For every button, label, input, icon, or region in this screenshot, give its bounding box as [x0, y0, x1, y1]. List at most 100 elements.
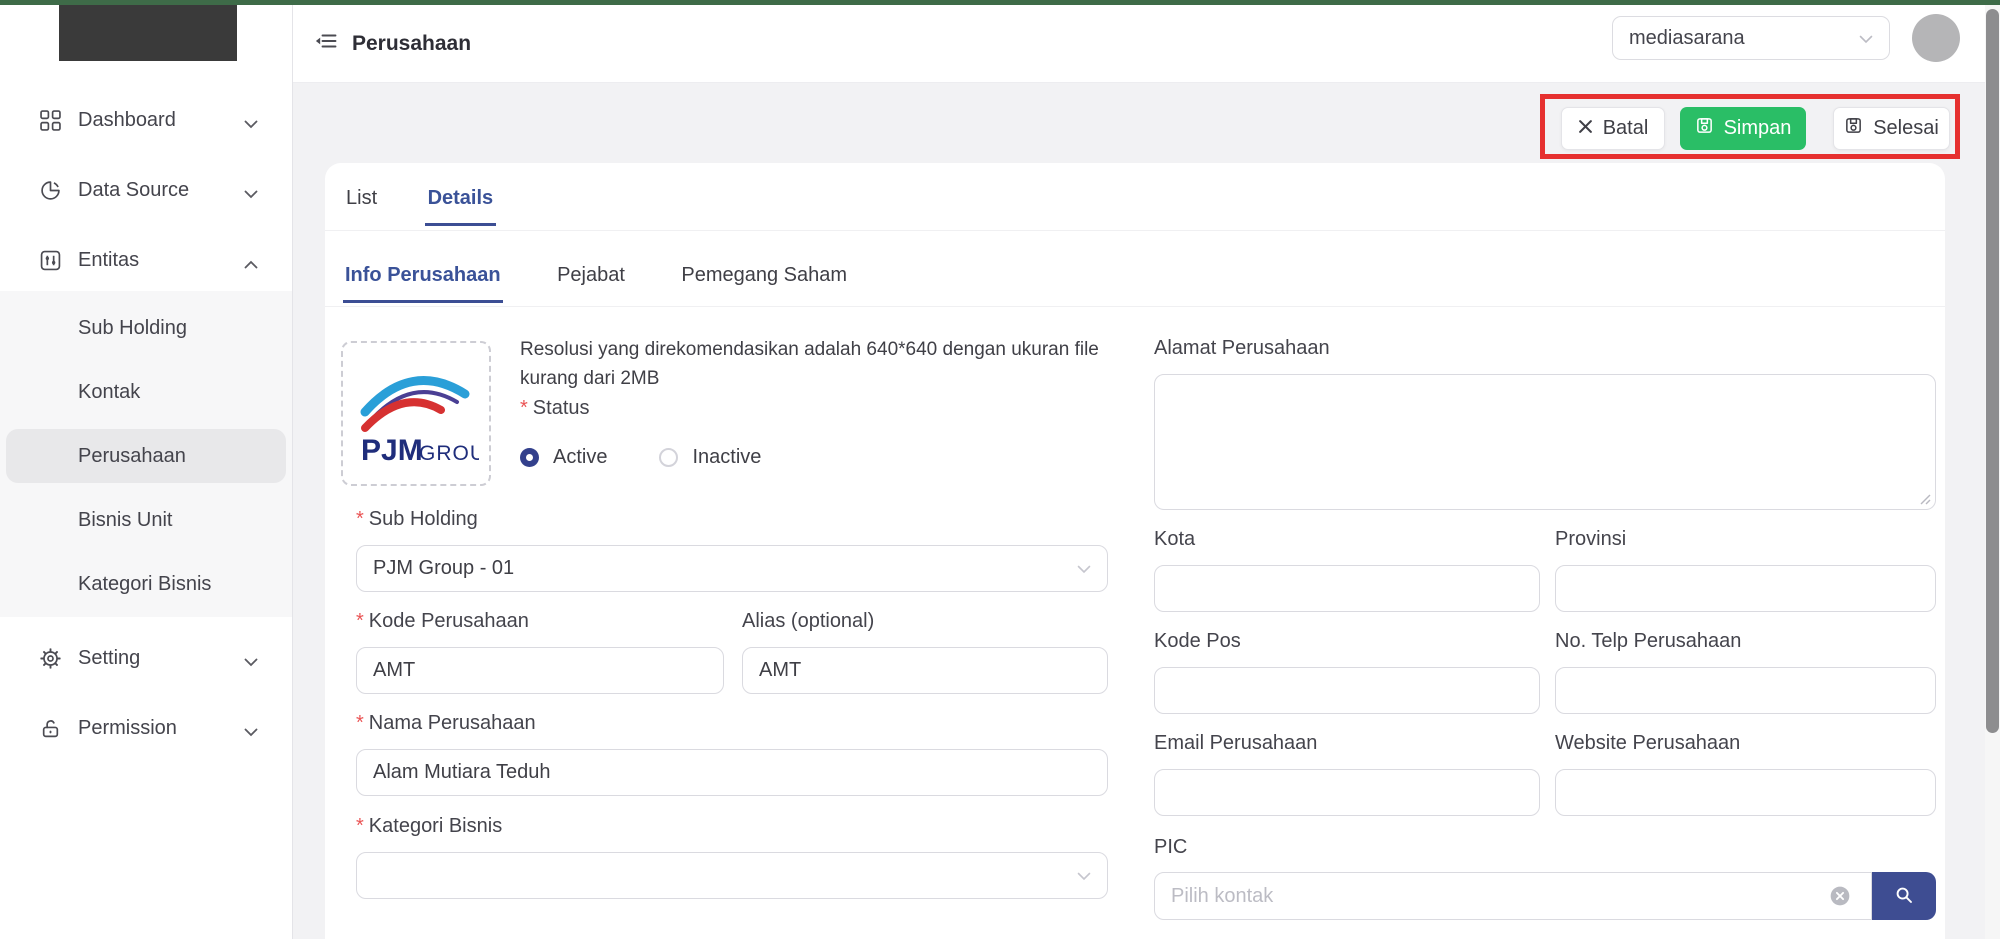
tabs-bar: List Details	[325, 163, 1945, 231]
nama-perusahaan-label: *Nama Perusahaan	[356, 712, 536, 735]
grid-icon	[40, 110, 61, 131]
website-field[interactable]	[1555, 769, 1936, 816]
tenant-select[interactable]: mediasarana	[1612, 16, 1890, 60]
sidebar-item-label: Entitas	[78, 249, 139, 272]
scrollbar-thumb[interactable]	[1986, 9, 1999, 733]
menu-fold-icon[interactable]	[315, 30, 337, 57]
pjm-group-logo: PJM GROUP	[353, 354, 479, 474]
sidebar-item-permission[interactable]: Permission	[0, 707, 292, 751]
sub-holding-select-value: PJM Group - 01	[373, 557, 514, 580]
kode-perusahaan-field[interactable]	[356, 647, 724, 694]
sidebar-item-data-source[interactable]: Data Source	[0, 169, 292, 213]
company-logo-upload[interactable]: PJM GROUP	[341, 341, 491, 486]
main-content: Batal Simpan Selesai List Details Info P…	[293, 82, 2000, 939]
alias-label: Alias (optional)	[742, 610, 874, 633]
clear-icon[interactable]	[1830, 886, 1850, 906]
required-mark: *	[520, 397, 528, 419]
sidebar-item-label: Permission	[78, 717, 177, 740]
cancel-button-label: Batal	[1603, 117, 1649, 140]
save-button[interactable]: Simpan	[1680, 107, 1806, 150]
finish-button-label: Selesai	[1873, 117, 1939, 140]
sub-item-label: Perusahaan	[78, 445, 186, 467]
sub-item-label: Sub Holding	[78, 317, 187, 339]
kota-field[interactable]	[1154, 565, 1540, 612]
sidebar-item-label: Setting	[78, 647, 140, 670]
gear-icon	[40, 648, 61, 669]
email-label: Email Perusahaan	[1154, 732, 1317, 755]
svg-text:PJM: PJM	[361, 434, 423, 467]
chevron-down-icon	[244, 116, 258, 134]
cancel-button[interactable]: Batal	[1561, 107, 1665, 150]
sidebar: Dashboard Data Source Entitas Sub Holdin…	[0, 5, 293, 939]
kategori-bisnis-label: *Kategori Bisnis	[356, 815, 502, 838]
radio-inactive[interactable]	[659, 448, 678, 467]
save-floppy-icon	[1695, 116, 1714, 141]
pic-search-button[interactable]	[1872, 872, 1936, 920]
page-title: Perusahaan	[352, 32, 471, 56]
sidebar-item-entitas[interactable]: Entitas	[0, 239, 292, 283]
sidebar-item-sub-holding[interactable]: Sub Holding	[6, 301, 286, 355]
x-icon	[1578, 117, 1593, 140]
chevron-down-icon	[244, 724, 258, 742]
sidebar-item-bisnis-unit[interactable]: Bisnis Unit	[6, 493, 286, 547]
status-radio-group: Active Inactive	[520, 446, 761, 469]
subtabs-bar: Info Perusahaan Pejabat Pemegang Saham	[325, 231, 1945, 307]
sidebar-item-kontak[interactable]: Kontak	[6, 365, 286, 419]
alias-field[interactable]	[742, 647, 1108, 694]
pic-label: PIC	[1154, 836, 1187, 859]
details-card: List Details Info Perusahaan Pejabat Pem…	[325, 163, 1945, 939]
lock-open-icon	[40, 718, 61, 739]
tab-pejabat[interactable]: Pejabat	[555, 264, 627, 300]
pic-search-input[interactable]	[1154, 872, 1872, 920]
chevron-down-icon	[1077, 864, 1091, 887]
kategori-bisnis-select[interactable]	[356, 852, 1108, 899]
pie-chart-icon	[40, 180, 61, 201]
sidebar-item-kategori-bisnis[interactable]: Kategori Bisnis	[6, 557, 286, 611]
kode-perusahaan-label: *Kode Perusahaan	[356, 610, 529, 633]
sidebar-item-label: Dashboard	[78, 109, 176, 132]
sidebar-item-perusahaan[interactable]: Perusahaan	[6, 429, 286, 483]
app-logo	[59, 5, 237, 61]
chevron-down-icon	[1077, 557, 1091, 580]
tenant-select-value: mediasarana	[1629, 27, 1745, 50]
radio-active[interactable]	[520, 448, 539, 467]
tab-info-perusahaan[interactable]: Info Perusahaan	[343, 264, 503, 303]
top-accent-bar	[0, 0, 2000, 5]
alamat-label: Alamat Perusahaan	[1154, 337, 1330, 360]
kode-pos-label: Kode Pos	[1154, 630, 1241, 653]
tab-list[interactable]: List	[343, 187, 380, 223]
sidebar-item-dashboard[interactable]: Dashboard	[0, 99, 292, 143]
status-label: *Status	[520, 397, 590, 420]
provinsi-field[interactable]	[1555, 565, 1936, 612]
provinsi-label: Provinsi	[1555, 528, 1626, 551]
sub-holding-label: *Sub Holding	[356, 508, 478, 531]
sliders-icon	[40, 250, 61, 271]
alamat-field[interactable]	[1154, 374, 1936, 510]
tab-pemegang-saham[interactable]: Pemegang Saham	[679, 264, 849, 300]
user-avatar[interactable]	[1912, 14, 1960, 62]
tab-details[interactable]: Details	[425, 187, 497, 226]
sub-item-label: Bisnis Unit	[78, 509, 172, 531]
chevron-down-icon	[244, 186, 258, 204]
kode-pos-field[interactable]	[1154, 667, 1540, 714]
entitas-submenu: Sub Holding Kontak Perusahaan Bisnis Uni…	[0, 291, 292, 617]
sub-holding-select[interactable]: PJM Group - 01	[356, 545, 1108, 592]
top-header: Perusahaan mediasarana	[293, 5, 2000, 83]
upload-hint: Resolusi yang direkomendasikan adalah 64…	[520, 335, 1120, 393]
sidebar-item-label: Data Source	[78, 179, 189, 202]
sub-item-label: Kategori Bisnis	[78, 573, 211, 595]
radio-active-label: Active	[553, 446, 607, 469]
kota-label: Kota	[1154, 528, 1195, 551]
nama-perusahaan-field[interactable]	[356, 749, 1108, 796]
chevron-down-icon	[244, 654, 258, 672]
finish-button[interactable]: Selesai	[1833, 107, 1950, 150]
save-floppy-icon	[1844, 116, 1863, 141]
save-button-label: Simpan	[1724, 117, 1792, 140]
email-field[interactable]	[1154, 769, 1540, 816]
telp-label: No. Telp Perusahaan	[1555, 630, 1741, 653]
telp-field[interactable]	[1555, 667, 1936, 714]
sub-item-label: Kontak	[78, 381, 140, 403]
sidebar-item-setting[interactable]: Setting	[0, 637, 292, 681]
chevron-up-icon	[244, 256, 258, 274]
scrollbar-track[interactable]	[1985, 5, 2000, 939]
